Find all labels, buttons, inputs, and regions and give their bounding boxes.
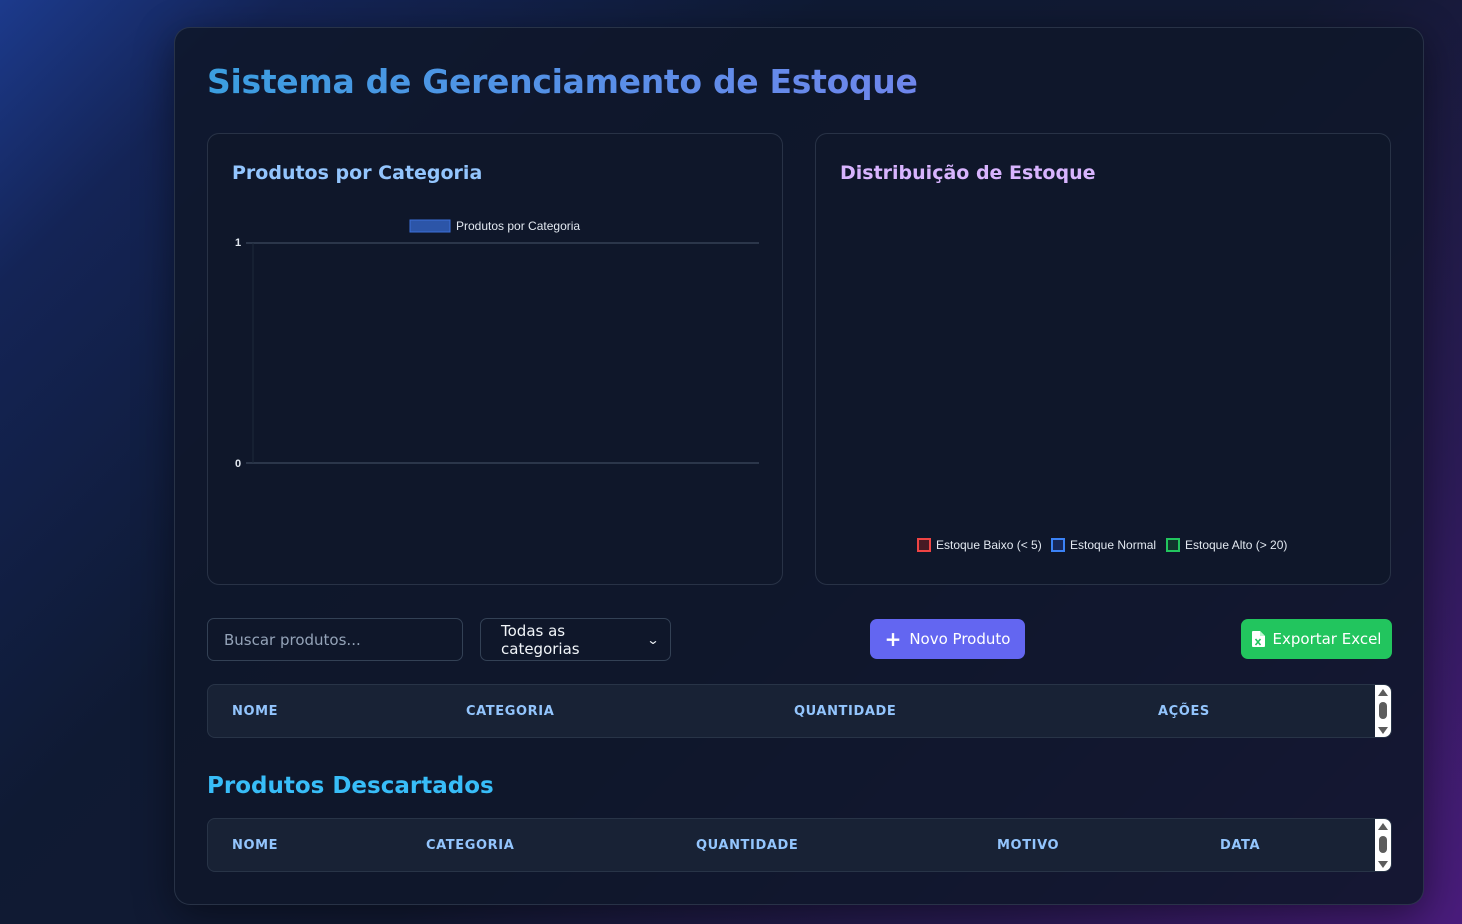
scroll-thumb[interactable] <box>1379 836 1387 853</box>
scroll-thumb[interactable] <box>1379 702 1387 719</box>
scroll-down-arrow-icon[interactable] <box>1378 727 1388 734</box>
legend-label-category[interactable]: Produtos por Categoria <box>456 219 580 233</box>
column-header-name[interactable]: NOME <box>232 819 278 871</box>
chart-card-distribution: Distribuição de Estoque Estoque Baixo (<… <box>815 133 1391 585</box>
chevron-down-icon: ⌄ <box>646 632 660 647</box>
category-select-value: Todas as categorias <box>501 621 580 658</box>
category-select[interactable]: Todas as categorias ⌄ <box>480 618 671 661</box>
chart-card-category: Produtos por Categoria Produtos por Cate… <box>207 133 783 585</box>
export-excel-button[interactable]: Exportar Excel <box>1241 619 1392 659</box>
column-header-reason[interactable]: MOTIVO <box>997 819 1059 871</box>
discarded-section-title: Produtos Descartados <box>207 773 494 799</box>
bar-chart: Produtos por Categoria 1 0 <box>235 219 759 470</box>
scroll-down-arrow-icon[interactable] <box>1378 861 1388 868</box>
new-product-label: Novo Produto <box>909 630 1011 648</box>
discarded-table: NOME CATEGORIA QUANTIDADE MOTIVO DATA <box>207 818 1392 872</box>
table-scrollbar[interactable] <box>1375 819 1391 871</box>
column-header-actions[interactable]: AÇÕES <box>1158 685 1210 737</box>
y-tick-label: 1 <box>235 237 241 249</box>
legend-swatch-normal[interactable] <box>1051 538 1065 552</box>
scroll-up-arrow-icon[interactable] <box>1378 823 1388 830</box>
products-table: NOME CATEGORIA QUANTIDADE AÇÕES <box>207 684 1392 738</box>
legend-swatch-high[interactable] <box>1166 538 1180 552</box>
legend-label-low[interactable]: Estoque Baixo (< 5) <box>936 538 1042 552</box>
column-header-quantity[interactable]: QUANTIDADE <box>696 819 798 871</box>
plus-icon: + <box>884 627 902 651</box>
column-header-category[interactable]: CATEGORIA <box>466 685 554 737</box>
column-header-date[interactable]: DATA <box>1220 819 1260 871</box>
column-header-quantity[interactable]: QUANTIDADE <box>794 685 896 737</box>
legend-label-normal[interactable]: Estoque Normal <box>1070 538 1156 552</box>
page-title: Sistema de Gerenciamento de Estoque <box>207 62 918 101</box>
scroll-up-arrow-icon[interactable] <box>1378 689 1388 696</box>
search-input[interactable] <box>207 618 463 661</box>
main-container: Sistema de Gerenciamento de Estoque Prod… <box>174 27 1424 905</box>
export-excel-label: Exportar Excel <box>1272 630 1382 648</box>
legend-swatch-low[interactable] <box>917 538 931 552</box>
column-header-category[interactable]: CATEGORIA <box>426 819 514 871</box>
new-product-button[interactable]: + Novo Produto <box>870 619 1025 659</box>
column-header-name[interactable]: NOME <box>232 685 278 737</box>
legend-label-high[interactable]: Estoque Alto (> 20) <box>1185 538 1287 552</box>
legend-swatch-category[interactable] <box>409 219 451 233</box>
excel-file-icon <box>1251 631 1265 647</box>
y-tick-label: 0 <box>235 458 241 470</box>
table-scrollbar[interactable] <box>1375 685 1391 737</box>
pie-chart: Estoque Baixo (< 5) Estoque Normal Estoq… <box>917 538 1287 552</box>
